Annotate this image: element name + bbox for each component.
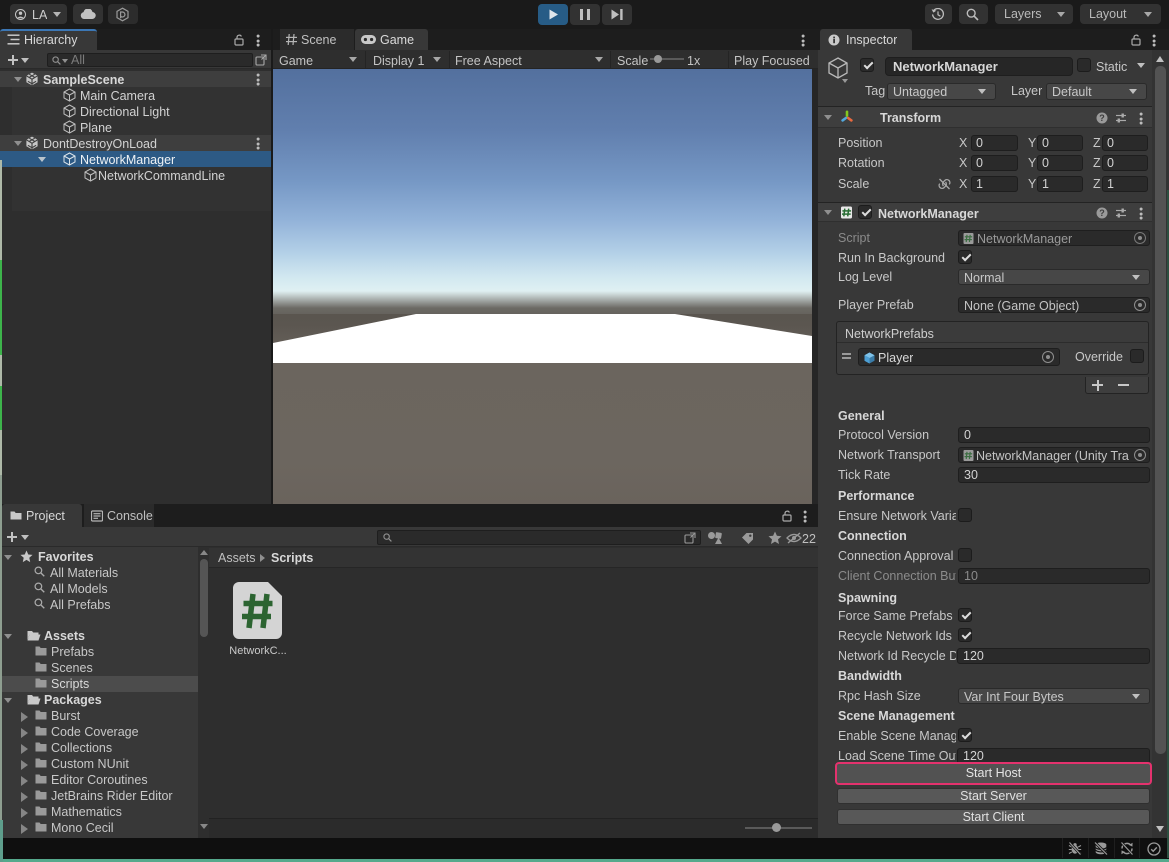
svg-text:?: ? bbox=[1099, 113, 1105, 123]
svg-text:?: ? bbox=[1099, 208, 1105, 218]
